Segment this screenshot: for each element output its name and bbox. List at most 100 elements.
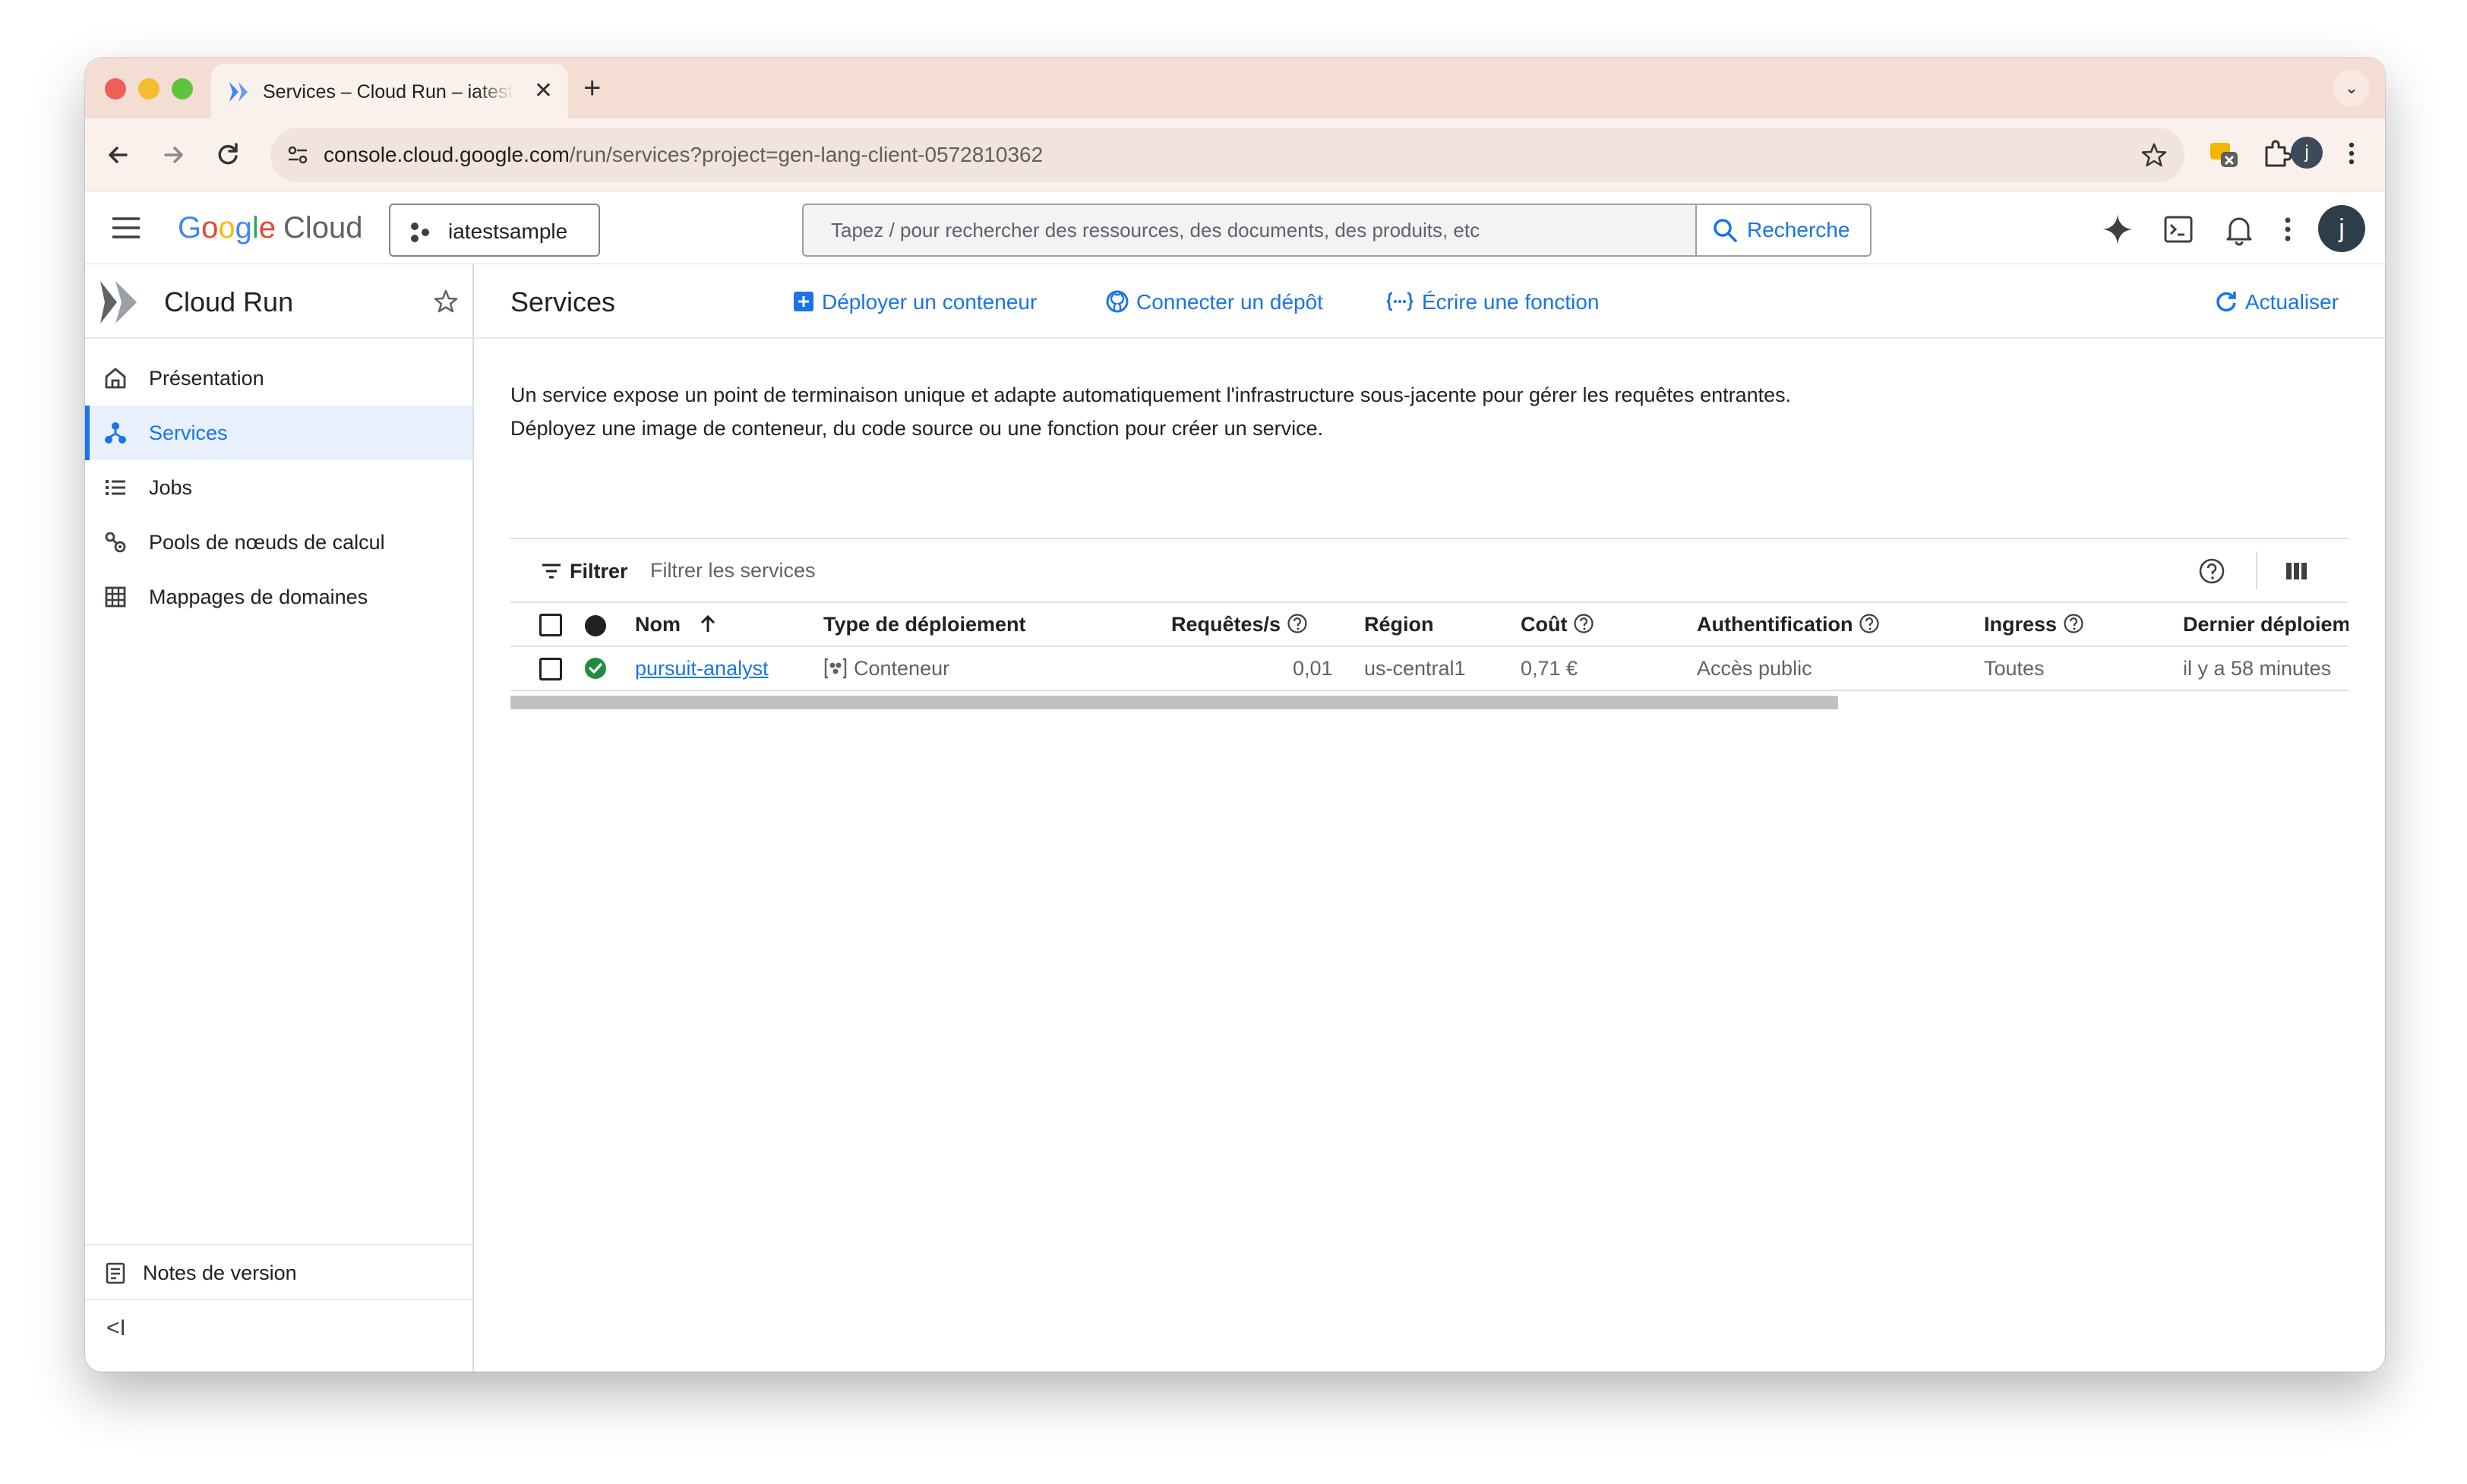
search-button[interactable]: Recherche — [1695, 205, 1870, 255]
page-header: Services Déployer un conteneur Connecter… — [474, 264, 2385, 339]
extension-badge-icon[interactable] — [2206, 135, 2242, 172]
page-title: Services — [510, 286, 616, 317]
description-line-2: Déployez une image de conteneur, du code… — [510, 417, 1324, 440]
services-icon — [105, 422, 126, 444]
column-header-deployment-type[interactable]: Type de déploiement — [823, 603, 1026, 646]
select-all-checkbox[interactable] — [539, 614, 562, 636]
sort-ascending-arrow-icon[interactable] — [697, 614, 719, 635]
horizontal-scrollbar[interactable] — [510, 696, 1838, 709]
help-icon[interactable] — [1573, 613, 1594, 634]
sidebar-item-domain-mappings[interactable]: Mappages de domaines — [85, 570, 472, 624]
project-icon — [411, 223, 429, 242]
close-window-button[interactable] — [105, 78, 126, 99]
project-picker-button[interactable]: iatestsample — [389, 204, 600, 257]
url-host: console.cloud.google.com — [324, 143, 570, 166]
bookmark-star-icon[interactable] — [2140, 141, 2168, 169]
filter-input[interactable] — [650, 553, 1334, 588]
notifications-bell-icon[interactable] — [2222, 213, 2256, 246]
write-function-button[interactable]: Écrire une fonction — [1385, 287, 1599, 317]
help-icon[interactable] — [1859, 613, 1880, 634]
sidebar-item-label: Présentation — [149, 367, 264, 390]
release-notes-icon — [106, 1262, 125, 1284]
column-header-authentication[interactable]: Authentification — [1697, 603, 1880, 646]
divider — [2256, 551, 2257, 589]
divider — [85, 1299, 472, 1300]
maximize-window-button[interactable] — [172, 78, 193, 99]
list-icon — [106, 480, 125, 495]
sidebar-item-services[interactable]: Services — [85, 406, 472, 460]
connect-repo-button[interactable]: Connecter un dépôt — [1106, 287, 1323, 317]
column-header-last-deployed[interactable]: Dernier déploiement — [2183, 603, 2349, 646]
sidebar-item-label: Services — [149, 422, 228, 444]
cost-cell: 0,71 € — [1521, 657, 1578, 680]
last-deployed-cell: il y a 58 minutes — [2183, 657, 2332, 680]
more-options-icon[interactable] — [2279, 213, 2297, 246]
column-header-region[interactable]: Région — [1364, 603, 1434, 646]
region-cell: us-central1 — [1364, 657, 1466, 680]
product-header: Cloud Run — [85, 264, 472, 339]
console-search: Recherche — [802, 204, 1872, 257]
minimize-window-button[interactable] — [138, 78, 160, 99]
authentication-cell: Accès public — [1697, 657, 1812, 680]
refresh-button[interactable]: Actualiser — [2215, 287, 2339, 317]
browser-profile-avatar[interactable]: j — [2291, 137, 2323, 169]
page-description: Un service expose un point de terminaiso… — [510, 378, 1791, 445]
release-notes-label: Notes de version — [143, 1261, 297, 1284]
address-bar[interactable]: console.cloud.google.com/run/services?pr… — [270, 128, 2184, 182]
account-avatar[interactable]: j — [2318, 205, 2365, 252]
google-cloud-logo[interactable]: Google Cloud — [178, 208, 363, 248]
worker-pool-icon — [105, 532, 126, 553]
main-menu-icon[interactable] — [111, 214, 141, 242]
sidebar-item-worker-pools[interactable]: Pools de nœuds de calcul — [85, 515, 472, 570]
release-notes-link[interactable]: Notes de version — [85, 1246, 472, 1300]
row-checkbox[interactable] — [539, 658, 562, 680]
search-button-label: Recherche — [1747, 218, 1850, 242]
url-path: /run/services?project=gen-lang-client-05… — [569, 143, 1044, 166]
add-box-icon — [794, 291, 813, 311]
pin-star-icon[interactable] — [433, 289, 459, 314]
forward-arrow-icon[interactable] — [156, 138, 190, 172]
url-text: console.cloud.google.com/run/services?pr… — [324, 141, 1043, 169]
help-circle-icon[interactable] — [2198, 557, 2225, 585]
collapse-sidebar-button[interactable]: <I — [106, 1315, 126, 1341]
browser-menu-icon[interactable] — [2342, 135, 2361, 172]
column-header-name[interactable]: Nom — [635, 603, 719, 646]
reload-icon[interactable] — [211, 138, 245, 172]
extensions-puzzle-icon[interactable] — [2259, 135, 2295, 172]
browser-tab[interactable]: Services – Cloud Run – iatestsample ✕ — [211, 64, 568, 118]
column-header-requests[interactable]: Requêtes/s — [1171, 603, 1308, 646]
column-header-cost[interactable]: Coût — [1521, 603, 1594, 646]
deploy-container-button[interactable]: Déployer un conteneur — [793, 287, 1037, 317]
gemini-sparkle-icon[interactable] — [2101, 213, 2134, 246]
tab-search-chevron-icon[interactable]: ⌄ — [2333, 70, 2370, 106]
refresh-icon — [2216, 291, 2236, 311]
browser-toolbar: console.cloud.google.com/run/services?pr… — [85, 118, 2385, 191]
filter-button[interactable]: Filtrer — [541, 557, 628, 585]
ingress-cell: Toutes — [1984, 657, 2045, 680]
sidebar-item-label: Mappages de domaines — [149, 586, 368, 608]
search-input[interactable] — [804, 205, 1700, 255]
site-settings-icon[interactable] — [286, 143, 310, 167]
project-name: iatestsample — [448, 219, 568, 243]
description-line-1: Un service expose un point de terminaiso… — [510, 384, 1792, 406]
product-sidebar: Cloud Run Présentation Services Jobs Poo… — [85, 264, 474, 1372]
help-icon[interactable] — [1287, 613, 1308, 634]
new-tab-button[interactable]: + — [583, 73, 601, 103]
browser-window: Services – Cloud Run – iatestsample ✕ + … — [85, 58, 2385, 1372]
column-header-ingress[interactable]: Ingress — [1984, 603, 2084, 646]
search-icon — [1714, 219, 1737, 242]
sidebar-item-presentation[interactable]: Présentation — [85, 351, 472, 406]
filter-icon — [542, 564, 561, 579]
sidebar-item-jobs[interactable]: Jobs — [85, 460, 472, 515]
back-arrow-icon[interactable] — [102, 138, 135, 172]
help-icon[interactable] — [2063, 613, 2084, 634]
container-icon — [824, 658, 847, 679]
github-icon — [1106, 290, 1129, 313]
deployment-type-cell: Conteneur — [823, 647, 949, 690]
close-tab-icon[interactable]: ✕ — [534, 79, 553, 103]
column-display-icon[interactable] — [2283, 557, 2311, 585]
tab-title: Services – Cloud Run – iatestsample — [263, 81, 513, 103]
service-name-link[interactable]: pursuit-analyst — [635, 647, 769, 690]
table-row: pursuit-analyst Conteneur 0,01 us-centra… — [510, 647, 2349, 691]
cloud-shell-icon[interactable] — [2162, 213, 2195, 246]
